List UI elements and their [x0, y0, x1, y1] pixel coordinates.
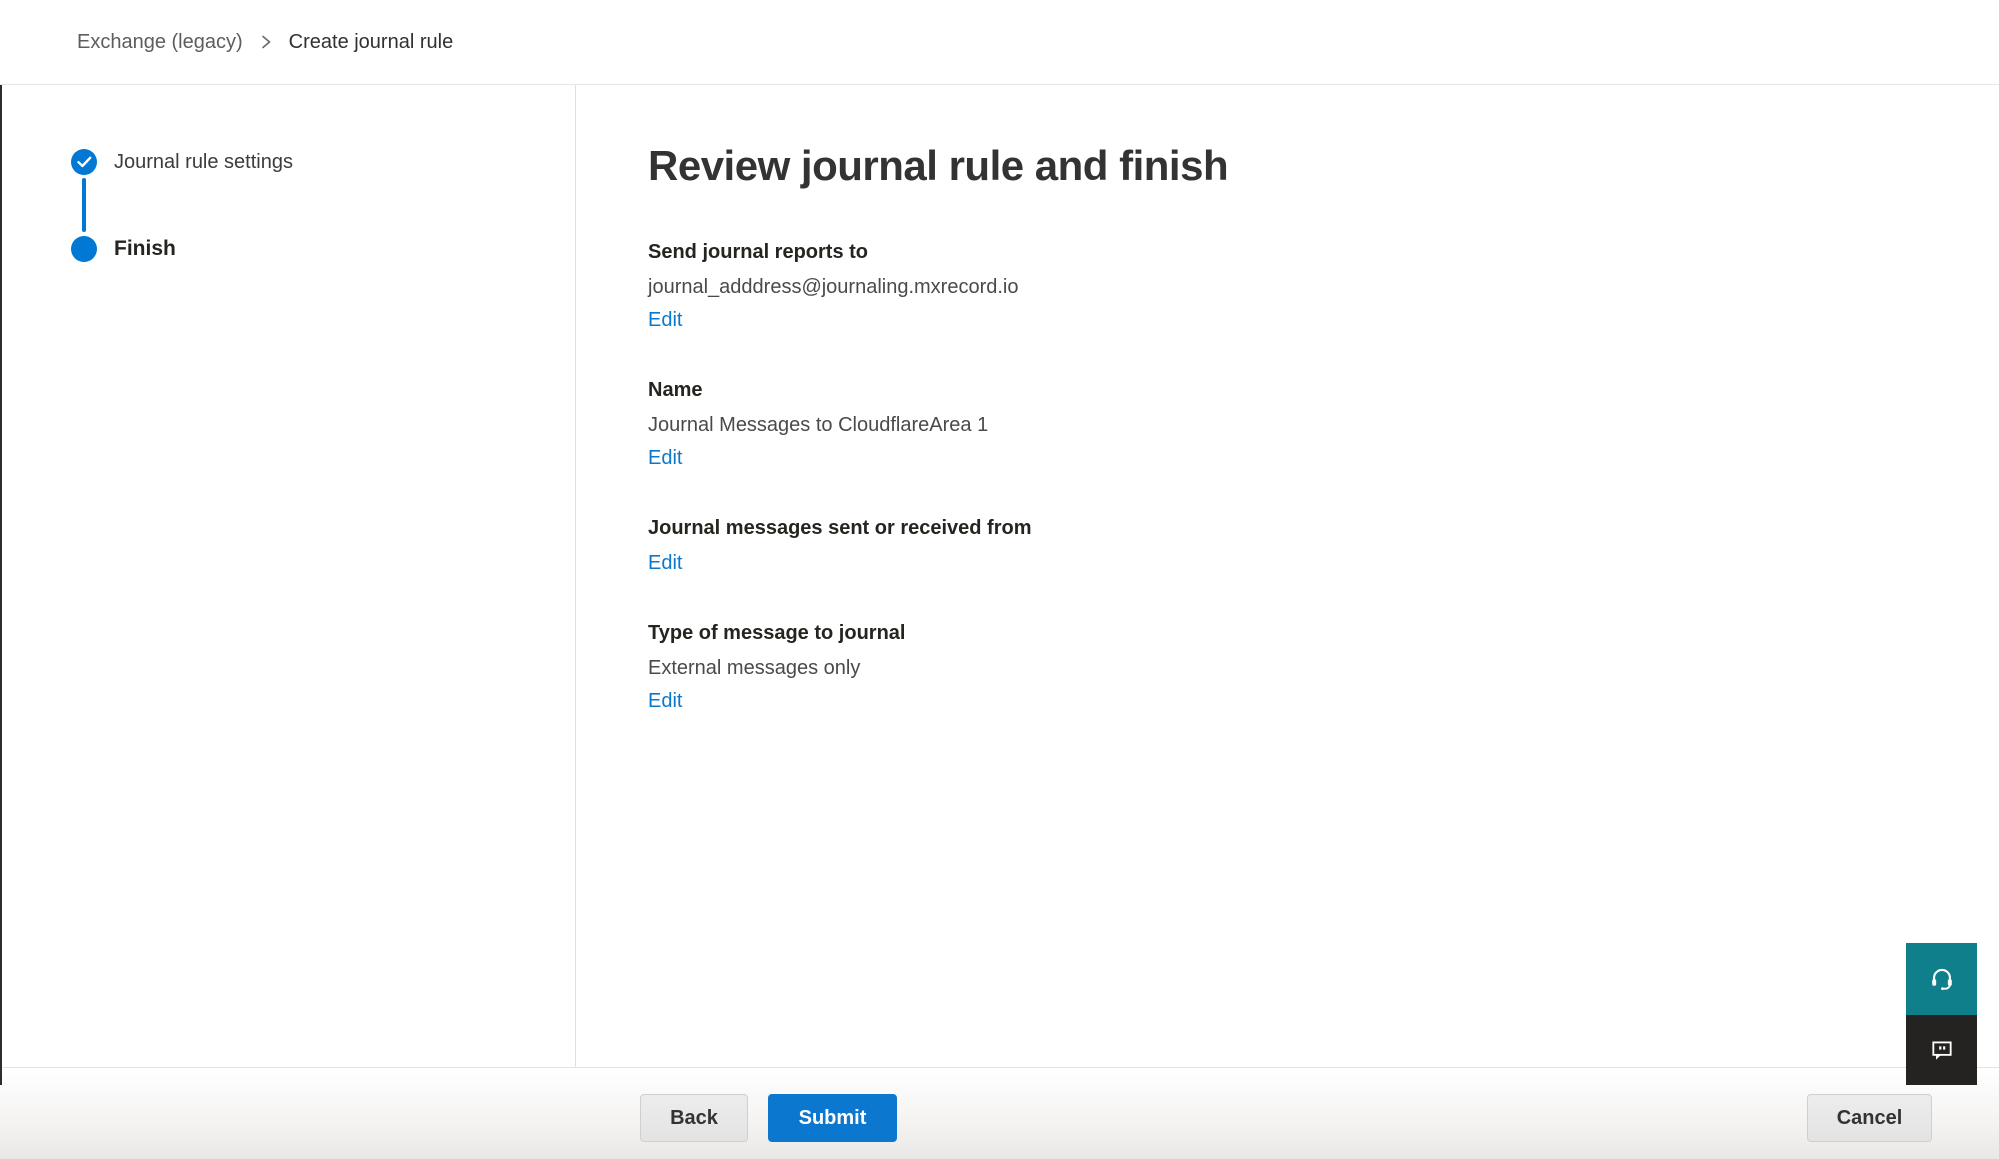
field-label: Type of message to journal — [648, 621, 1939, 645]
field-value: External messages only — [648, 656, 1939, 680]
exchange-create-journal-rule-page: Exchange (legacy) Create journal rule Jo… — [0, 0, 1999, 1159]
breadcrumb: Exchange (legacy) Create journal rule — [0, 0, 1999, 85]
edit-scope-link[interactable]: Edit — [648, 551, 682, 575]
feedback-chat-icon — [1929, 1037, 1955, 1063]
wizard-step-finish[interactable]: Finish — [71, 236, 575, 262]
edit-name-link[interactable]: Edit — [648, 446, 682, 470]
left-edge-bar — [0, 85, 2, 1085]
field-send-journal-reports-to: Send journal reports to journal_adddress… — [648, 240, 1939, 332]
wizard-steps: Journal rule settings Finish — [71, 149, 575, 262]
edit-message-type-link[interactable]: Edit — [648, 689, 682, 713]
wizard-steps-sidebar: Journal rule settings Finish — [0, 85, 576, 1067]
submit-button[interactable]: Submit — [768, 1094, 897, 1142]
breadcrumb-current-page: Create journal rule — [289, 31, 454, 54]
field-journal-messages-sent-or-received: Journal messages sent or received from E… — [648, 516, 1939, 575]
breadcrumb-link-exchange-legacy[interactable]: Exchange (legacy) — [77, 31, 243, 54]
chevron-right-icon — [259, 33, 273, 51]
headset-icon — [1928, 965, 1956, 993]
step-connector-line — [82, 178, 86, 232]
edit-send-journal-reports-link[interactable]: Edit — [648, 308, 682, 332]
page-title: Review journal rule and finish — [648, 142, 1939, 190]
cancel-button[interactable]: Cancel — [1807, 1094, 1932, 1142]
step-current-dot-icon — [71, 236, 97, 262]
field-type-of-message-to-journal: Type of message to journal External mess… — [648, 621, 1939, 713]
feedback-button[interactable] — [1906, 1015, 1977, 1085]
wizard-step-journal-rule-settings[interactable]: Journal rule settings — [71, 149, 575, 175]
field-label: Send journal reports to — [648, 240, 1939, 264]
field-value: Journal Messages to CloudflareArea 1 — [648, 413, 1939, 437]
wizard-body: Journal rule settings Finish Review jour… — [0, 85, 1999, 1067]
wizard-step-label: Finish — [114, 236, 176, 262]
back-button[interactable]: Back — [640, 1094, 748, 1142]
field-value: journal_adddress@journaling.mxrecord.io — [648, 275, 1939, 299]
wizard-step-label: Journal rule settings — [114, 149, 293, 175]
help-button[interactable] — [1906, 943, 1977, 1015]
wizard-footer: Back Submit Cancel — [0, 1067, 1999, 1159]
field-name: Name Journal Messages to CloudflareArea … — [648, 378, 1939, 470]
review-panel: Review journal rule and finish Send jour… — [576, 85, 1999, 1067]
field-label: Journal messages sent or received from — [648, 516, 1939, 540]
field-label: Name — [648, 378, 1939, 402]
step-completed-check-icon — [71, 149, 97, 175]
